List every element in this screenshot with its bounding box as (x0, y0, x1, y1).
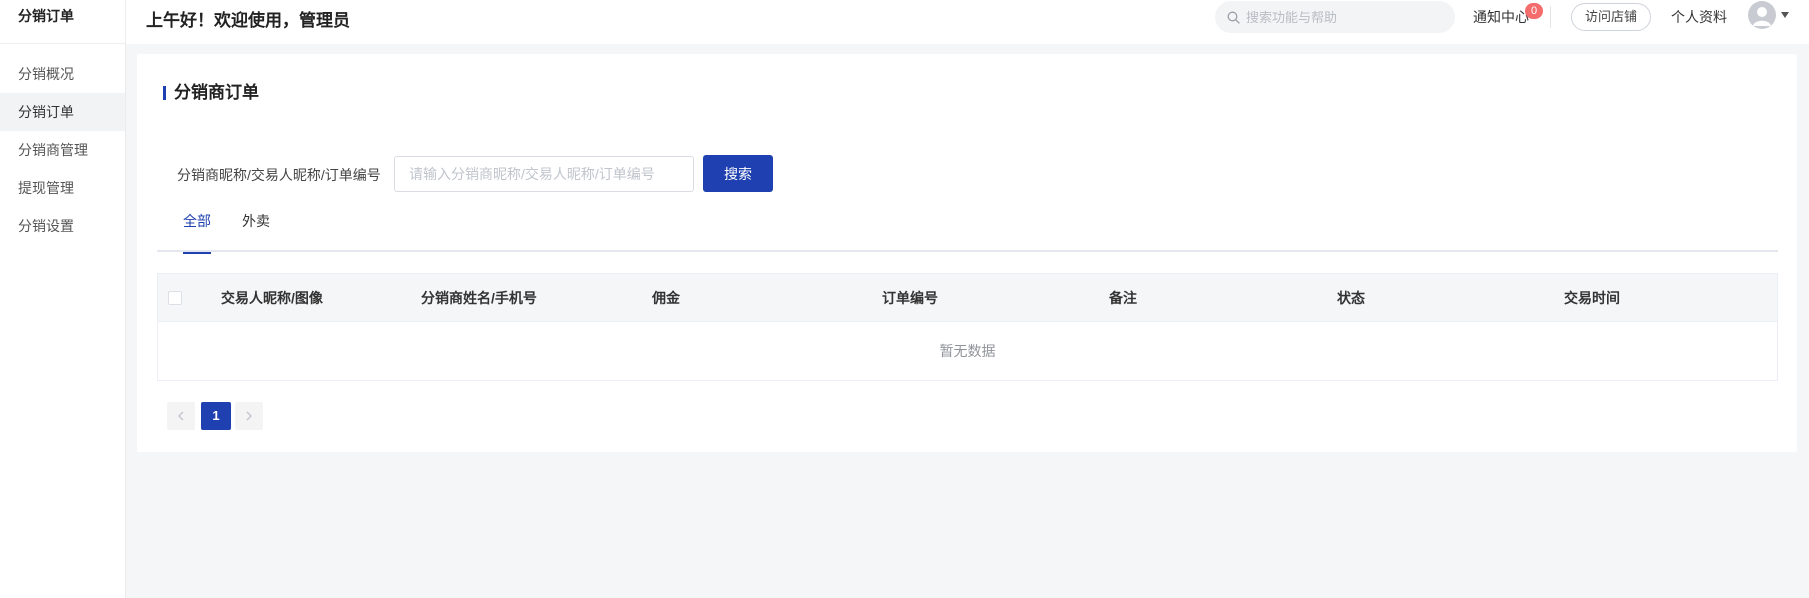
global-search[interactable] (1215, 1, 1455, 33)
profile-link[interactable]: 个人资料 (1671, 7, 1727, 27)
column-header-remark: 备注 (1109, 290, 1137, 306)
sidebar-item-settings[interactable]: 分销设置 (0, 207, 125, 245)
column-header-status: 状态 (1337, 290, 1365, 306)
chevron-right-icon (246, 411, 252, 421)
select-all-checkbox[interactable] (168, 291, 182, 305)
column-header-order-number: 订单编号 (882, 290, 938, 306)
global-search-input[interactable] (1246, 9, 1436, 25)
notification-center-link[interactable]: 通知中心 (1473, 7, 1529, 27)
greeting-text: 上午好！欢迎使用，管理员 (146, 11, 350, 30)
notification-count-badge: 0 (1525, 3, 1543, 19)
search-button[interactable]: 搜索 (703, 155, 773, 192)
tab-takeout[interactable]: 外卖 (242, 204, 270, 252)
filter-label: 分销商昵称/交易人昵称/订单编号 (177, 167, 381, 183)
sidebar: 分销订单 分销概况 分销订单 分销商管理 提现管理 分销设置 (0, 0, 126, 598)
order-search-input[interactable] (394, 156, 694, 192)
column-header-distributor: 分销商姓名/手机号 (421, 290, 537, 306)
prev-page-button[interactable] (167, 402, 195, 430)
next-page-button[interactable] (235, 402, 263, 430)
column-header-time: 交易时间 (1564, 290, 1620, 306)
empty-state-text: 暂无数据 (939, 343, 996, 359)
orders-table: 交易人昵称/图像 分销商姓名/手机号 佣金 订单编号 备注 状态 交易时间 暂无… (157, 273, 1778, 381)
sidebar-item-withdrawals[interactable]: 提现管理 (0, 169, 125, 207)
chevron-down-icon[interactable] (1781, 12, 1789, 18)
top-header: 上午好！欢迎使用，管理员 通知中心 0 访问店铺 个人资料 (126, 0, 1809, 44)
column-header-trader: 交易人昵称/图像 (221, 290, 323, 306)
sidebar-title: 分销订单 (0, 0, 125, 44)
user-avatar-icon[interactable] (1748, 1, 1776, 29)
tab-all[interactable]: 全部 (183, 204, 211, 254)
sidebar-item-distributors[interactable]: 分销商管理 (0, 131, 125, 169)
search-icon (1227, 11, 1240, 24)
order-tabs: 全部 外卖 (157, 204, 1778, 254)
sidebar-item-orders[interactable]: 分销订单 (0, 93, 125, 131)
table-header: 交易人昵称/图像 分销商姓名/手机号 佣金 订单编号 备注 状态 交易时间 (158, 274, 1777, 322)
page-title: 分销商订单 (163, 83, 259, 103)
chevron-left-icon (178, 411, 184, 421)
main-card: 分销商订单 分销商昵称/交易人昵称/订单编号 搜索 全部 外卖 交易人昵称/图像… (137, 54, 1797, 452)
sidebar-item-overview[interactable]: 分销概况 (0, 55, 125, 93)
header-divider (1550, 6, 1551, 28)
visit-store-button[interactable]: 访问店铺 (1571, 3, 1651, 31)
page-number-current[interactable]: 1 (201, 402, 231, 430)
sidebar-menu: 分销概况 分销订单 分销商管理 提现管理 分销设置 (0, 44, 125, 245)
column-header-commission: 佣金 (652, 290, 680, 306)
